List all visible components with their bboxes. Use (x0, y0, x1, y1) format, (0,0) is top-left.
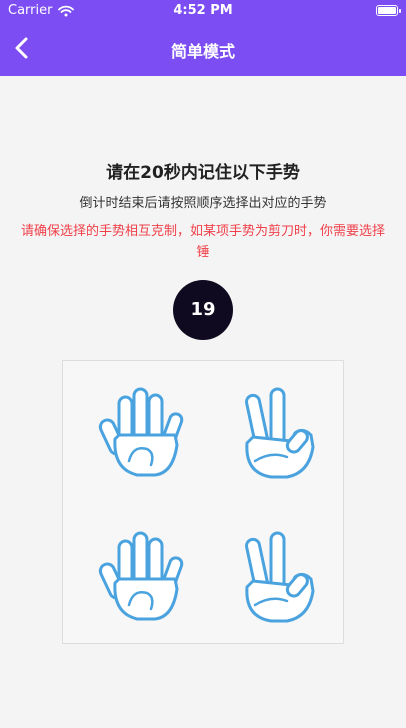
gesture-card-4 (217, 521, 327, 631)
open-hand-icon (85, 377, 195, 487)
gesture-card-1 (85, 377, 195, 487)
status-bar: Carrier 4:52 PM (0, 0, 406, 22)
gesture-card-3 (85, 521, 195, 631)
warning-text: 请确保选择的手势相互克制，如某项手势为剪刀时，你需要选择锤 (20, 224, 385, 260)
gesture-card-2 (217, 377, 327, 487)
instruction-heading: 请在20秒内记住以下手势 (106, 163, 300, 183)
nav-header: Carrier 4:52 PM 简单模式 (0, 0, 406, 76)
victory-hand-icon (217, 521, 327, 631)
victory-hand-icon (217, 377, 327, 487)
gesture-grid (62, 360, 344, 644)
battery-icon (376, 5, 401, 16)
open-hand-icon (85, 521, 195, 631)
page-title: 简单模式 (170, 42, 235, 61)
countdown-timer: 19 (173, 280, 233, 340)
status-time: 4:52 PM (173, 3, 233, 18)
instruction-subtitle: 倒计时结束后请按照顺序选择出对应的手势 (79, 196, 327, 211)
